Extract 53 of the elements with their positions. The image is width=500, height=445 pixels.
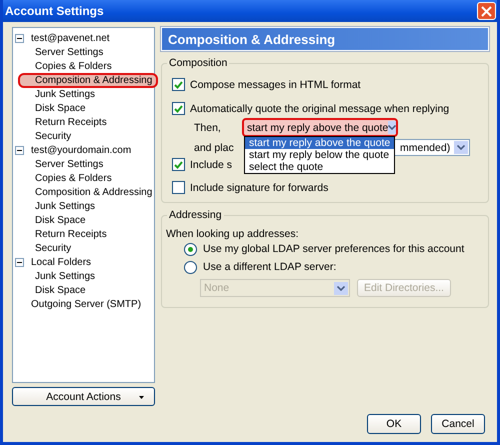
dropdown-option[interactable]: start my reply below the quote (245, 149, 394, 161)
radio-label: Use a different LDAP server: (203, 261, 336, 273)
tree-item[interactable]: Junk Settings (32, 88, 98, 100)
tree-item[interactable]: Disk Space (32, 214, 89, 226)
checkbox-label: Include s (190, 158, 232, 170)
tree-item[interactable]: Junk Settings (32, 270, 98, 282)
tree-item[interactable]: test@yourdomain.com (28, 144, 134, 156)
checkbox-label: Include signature for forwards (190, 182, 328, 194)
then-label: Then, (194, 122, 222, 134)
tree-item[interactable]: Server Settings (32, 158, 106, 170)
collapse-icon[interactable] (15, 258, 24, 266)
tree-item[interactable]: Outgoing Server (SMTP) (28, 298, 144, 310)
tree-item[interactable]: Composition & Addressing (32, 186, 156, 198)
cancel-button[interactable]: Cancel (431, 414, 485, 434)
collapse-icon[interactable] (15, 34, 24, 42)
checkbox-label: Compose messages in HTML format (190, 78, 361, 90)
checkbox[interactable] (172, 158, 185, 171)
dropdown-option[interactable]: select the quote (245, 161, 394, 173)
tree-item[interactable]: Copies & Folders (32, 60, 115, 72)
prompt-text: When looking up addresses: (166, 228, 300, 240)
radio-label: Use my global LDAP server preferences for this account (203, 243, 464, 255)
caret-icon (139, 396, 144, 399)
tree-item[interactable]: test@pavenet.net (28, 32, 113, 44)
tree-item[interactable]: Return Receipts (32, 228, 110, 240)
tree-item[interactable]: Composition & Addressing (18, 72, 158, 88)
dropdown-option[interactable]: start my reply above the quote (245, 137, 394, 149)
checkbox[interactable] (172, 181, 185, 194)
account-actions-button[interactable]: Account Actions (12, 387, 155, 406)
tree-item[interactable]: Junk Settings (32, 200, 98, 212)
close-icon (481, 6, 492, 16)
checkbox[interactable] (172, 102, 185, 115)
radio-button[interactable] (184, 242, 197, 256)
checkbox[interactable] (172, 78, 185, 91)
collapse-icon[interactable] (15, 146, 24, 154)
tree-item[interactable]: Copies & Folders (32, 172, 115, 184)
radio-button[interactable] (184, 260, 197, 274)
checkbox-label: Automatically quote the original message when replying (190, 102, 450, 114)
tree-item[interactable]: Server Settings (32, 46, 106, 58)
tree-item[interactable]: Security (32, 242, 74, 254)
placement-dropdown[interactable]: mmended) (394, 139, 470, 156)
window-title: Account Settings (5, 4, 104, 18)
panel-header: Composition & Addressing (161, 27, 489, 51)
close-button[interactable] (477, 2, 496, 20)
tree-item[interactable]: Local Folders (28, 256, 94, 268)
tree-item[interactable]: Security (32, 130, 74, 142)
tree-item[interactable]: Return Receipts (32, 116, 110, 128)
tree-item[interactable]: Disk Space (32, 284, 89, 296)
placement-label: and plac (194, 142, 235, 154)
group-legend: Composition (167, 57, 230, 69)
reply-position-dropdown[interactable]: start my reply above the quote (242, 118, 398, 137)
tree-item[interactable]: Disk Space (32, 102, 89, 114)
ok-button[interactable]: OK (367, 414, 421, 434)
group-legend: Addressing (167, 209, 224, 221)
